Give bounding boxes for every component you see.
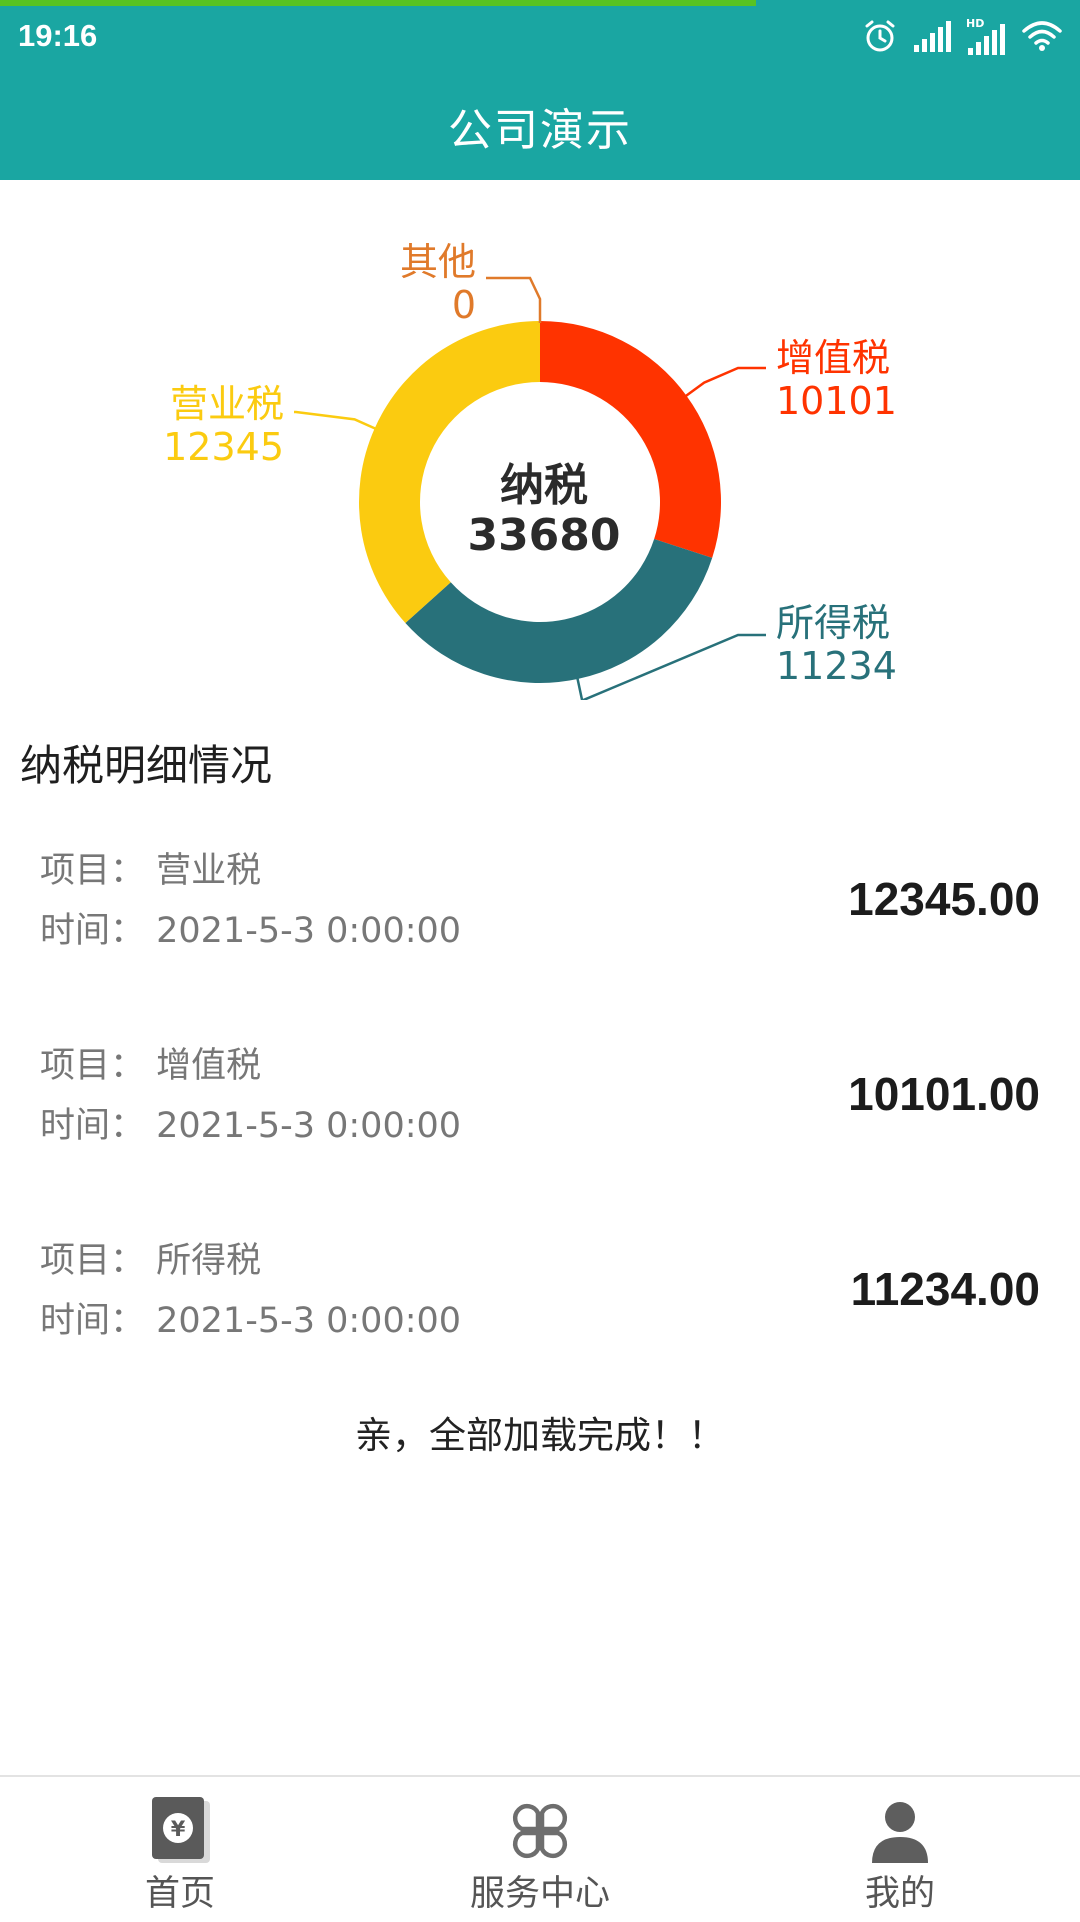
list-item[interactable]: 项目： 所得税 时间： 2021-5-3 0:00:00 11234.00 [0, 1210, 1080, 1405]
slice-label: 其他 [400, 240, 476, 284]
page-load-progress-bar [0, 0, 756, 6]
list-item[interactable]: 项目： 增值税 时间： 2021-5-3 0:00:00 10101.00 [0, 1015, 1080, 1210]
slice-value-label: 10101 [776, 379, 897, 423]
nav-item-service-center[interactable]: 服务中心 [360, 1777, 720, 1922]
slice-label: 增值税 [776, 336, 890, 380]
slice-value-label: 12345 [163, 425, 284, 469]
slice-value-label: 11234 [776, 644, 897, 688]
item-amount: 11234.00 [850, 1263, 1040, 1315]
wifi-icon [1022, 21, 1062, 51]
item-time: 时间： 2021-5-3 0:00:00 [40, 911, 462, 951]
item-time: 时间： 2021-5-3 0:00:00 [40, 1106, 462, 1146]
item-amount: 10101.00 [848, 1068, 1040, 1120]
svg-text:¥: ¥ [171, 1817, 186, 1841]
hd-signal-icon: HD [966, 17, 1005, 55]
app-header: 公司演示 [0, 72, 1080, 180]
section-title: 纳税明细情况 [20, 741, 273, 790]
slice-leader-line [294, 410, 378, 431]
bottom-nav: ¥ 首页 服务中心 我的 [0, 1775, 1080, 1922]
nav-item-home[interactable]: ¥ 首页 [0, 1777, 360, 1922]
item-time: 时间： 2021-5-3 0:00:00 [40, 1301, 462, 1341]
tax-donut-chart: 增值税 10101 所得税 11234 营业税 12345 其他 0 纳税 33680 [0, 180, 1080, 700]
slice-label: 营业税 [170, 382, 284, 426]
alarm-icon [865, 20, 895, 52]
status-time: 19:16 [18, 18, 98, 53]
list-item[interactable]: 项目： 营业税 时间： 2021-5-3 0:00:00 12345.00 [0, 820, 1080, 1015]
tax-detail-list: 项目： 营业税 时间： 2021-5-3 0:00:00 12345.00 项目… [0, 820, 1080, 1405]
donut-chart-svg: 增值税10101 所得税11234 营业税12345 其他0 纳税33680 [163, 240, 897, 700]
clover-icon [512, 1803, 568, 1859]
item-project: 项目： 增值税 [40, 1046, 262, 1086]
signal-icon [914, 21, 951, 52]
item-amount: 12345.00 [848, 873, 1040, 925]
donut-center-label: 纳税 [500, 460, 588, 511]
hd-label: HD [966, 17, 984, 30]
nav-label: 我的 [864, 1874, 935, 1914]
nav-label: 首页 [144, 1874, 215, 1914]
page-title: 公司演示 [448, 105, 632, 156]
yuan-book-icon: ¥ [152, 1797, 210, 1863]
item-project: 项目： 所得税 [40, 1241, 262, 1281]
nav-item-mine[interactable]: 我的 [720, 1777, 1080, 1922]
item-project: 项目： 营业税 [40, 851, 262, 891]
load-complete-text: 亲，全部加载完成！！ [355, 1414, 725, 1457]
status-icons: HD [862, 14, 1062, 58]
slice-value-label: 0 [452, 283, 476, 327]
user-icon [872, 1802, 928, 1863]
slice-leader-line [486, 276, 542, 323]
slice-leader-line [684, 366, 766, 398]
donut-center-value: 33680 [467, 510, 620, 561]
status-bar: 19:16 HD [0, 0, 1080, 72]
slice-label: 所得税 [776, 601, 890, 645]
nav-label: 服务中心 [469, 1874, 610, 1914]
